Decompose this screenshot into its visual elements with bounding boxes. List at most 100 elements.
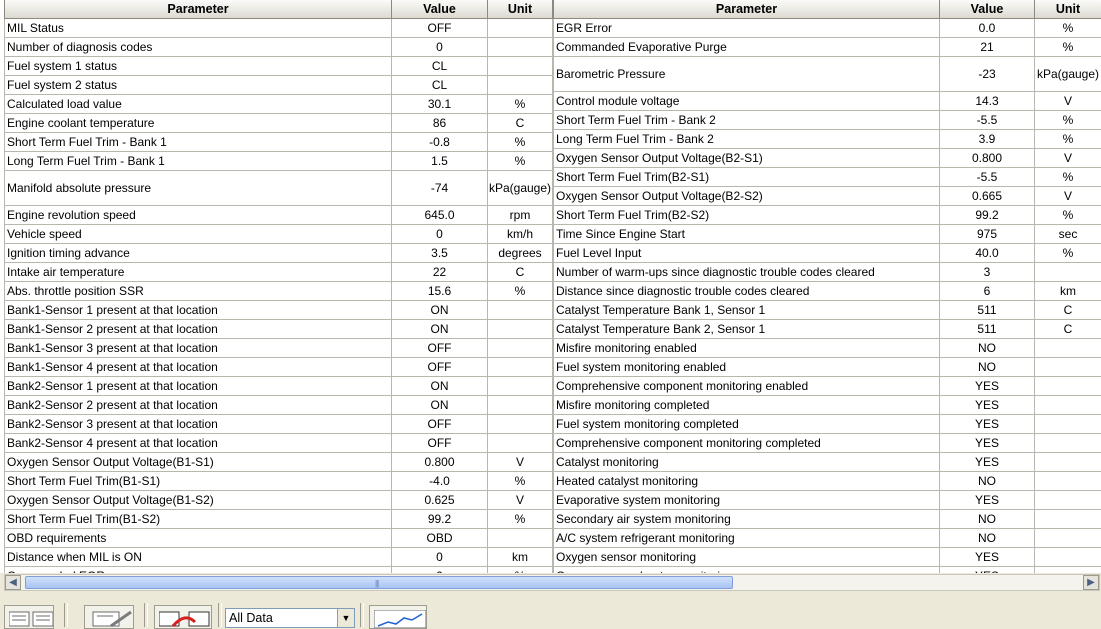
value-cell: -5.5: [940, 168, 1035, 187]
table-row[interactable]: Abs. throttle position SSR15.6%: [5, 282, 553, 301]
grip-icon: |||: [375, 579, 378, 588]
value-cell: NO: [940, 339, 1035, 358]
table-row[interactable]: Intake air temperature22C: [5, 263, 553, 282]
chevron-down-icon[interactable]: ▼: [337, 609, 354, 627]
value-cell: ON: [392, 320, 488, 339]
parameter-cell: Oxygen sensor heater monitoring: [554, 567, 940, 574]
table-row[interactable]: Distance since diagnostic trouble codes …: [554, 282, 1101, 301]
table-row[interactable]: Misfire monitoring completedYES: [554, 396, 1101, 415]
table-row[interactable]: Oxygen Sensor Output Voltage(B1-S1)0.800…: [5, 453, 553, 472]
unit-cell: sec: [1035, 225, 1101, 244]
table-row[interactable]: Catalyst Temperature Bank 1, Sensor 1511…: [554, 301, 1101, 320]
value-cell: 0: [392, 548, 488, 567]
table-row[interactable]: Evaporative system monitoringYES: [554, 491, 1101, 510]
data-filter-select[interactable]: All Data ▼: [225, 608, 355, 628]
parameter-cell: Secondary air system monitoring: [554, 510, 940, 529]
column-header-parameter[interactable]: Parameter: [5, 0, 392, 19]
table-row[interactable]: Calculated load value30.1%: [5, 95, 553, 114]
table-row[interactable]: Fuel Level Input40.0%: [554, 244, 1101, 263]
table-row[interactable]: Oxygen Sensor Output Voltage(B2-S2)0.665…: [554, 187, 1101, 206]
table-row[interactable]: Short Term Fuel Trim(B1-S1)-4.0%: [5, 472, 553, 491]
column-header-parameter[interactable]: Parameter: [554, 0, 940, 19]
table-row[interactable]: Fuel system monitoring completedYES: [554, 415, 1101, 434]
parameter-cell: Short Term Fuel Trim(B2-S1): [554, 168, 940, 187]
table-row[interactable]: Short Term Fuel Trim(B1-S2)99.2%: [5, 510, 553, 529]
table-row[interactable]: Bank2-Sensor 2 present at that locationO…: [5, 396, 553, 415]
table-row[interactable]: Fuel system 1 statusCL: [5, 57, 553, 76]
table-row[interactable]: Catalyst monitoringYES: [554, 453, 1101, 472]
table-row[interactable]: Oxygen sensor monitoringYES: [554, 548, 1101, 567]
table-row[interactable]: Short Term Fuel Trim(B2-S1)-5.5%: [554, 168, 1101, 187]
table-row[interactable]: Short Term Fuel Trim - Bank 1-0.8%: [5, 133, 553, 152]
unit-cell: %: [488, 133, 553, 152]
parameter-cell: Bank1-Sensor 4 present at that location: [5, 358, 392, 377]
table-row[interactable]: Short Term Fuel Trim(B2-S2)99.2%: [554, 206, 1101, 225]
unit-cell: [1035, 510, 1101, 529]
table-row[interactable]: Time Since Engine Start975sec: [554, 225, 1101, 244]
table-row[interactable]: Bank2-Sensor 1 present at that locationO…: [5, 377, 553, 396]
swap-button[interactable]: [154, 605, 212, 629]
table-row[interactable]: Commanded EGR0%: [5, 567, 553, 574]
table-row[interactable]: OBD requirementsOBD: [5, 529, 553, 548]
table-row[interactable]: Heated catalyst monitoringNO: [554, 472, 1101, 491]
parameter-cell: Distance when MIL is ON: [5, 548, 392, 567]
scroll-left-arrow-icon[interactable]: ◀: [5, 575, 21, 590]
table-row[interactable]: Oxygen Sensor Output Voltage(B1-S2)0.625…: [5, 491, 553, 510]
horizontal-scrollbar[interactable]: ◀ ||| ▶: [4, 574, 1100, 591]
graph-button[interactable]: [369, 605, 427, 629]
table-row[interactable]: Engine revolution speed645.0rpm: [5, 206, 553, 225]
column-header-unit[interactable]: Unit: [1035, 0, 1101, 19]
table-row[interactable]: Comprehensive component monitoring enabl…: [554, 377, 1101, 396]
table-row[interactable]: MIL StatusOFF: [5, 19, 553, 38]
table-row[interactable]: Barometric Pressure-23kPa(gauge): [554, 57, 1101, 92]
unit-cell: %: [1035, 111, 1101, 130]
table-row[interactable]: Bank1-Sensor 2 present at that locationO…: [5, 320, 553, 339]
unit-cell: [1035, 472, 1101, 491]
parameter-cell: Comprehensive component monitoring enabl…: [554, 377, 940, 396]
table-row[interactable]: Distance when MIL is ON0km: [5, 548, 553, 567]
table-row[interactable]: Number of warm-ups since diagnostic trou…: [554, 263, 1101, 282]
table-row[interactable]: Commanded Evaporative Purge21%: [554, 38, 1101, 57]
value-cell: 0: [392, 38, 488, 57]
table-row[interactable]: Bank1-Sensor 3 present at that locationO…: [5, 339, 553, 358]
edit-button[interactable]: [84, 605, 134, 629]
parameter-cell: Short Term Fuel Trim - Bank 1: [5, 133, 392, 152]
table-row[interactable]: A/C system refrigerant monitoringNO: [554, 529, 1101, 548]
column-header-unit[interactable]: Unit: [488, 0, 553, 19]
table-row[interactable]: Catalyst Temperature Bank 2, Sensor 1511…: [554, 320, 1101, 339]
table-row[interactable]: Long Term Fuel Trim - Bank 11.5%: [5, 152, 553, 171]
table-row[interactable]: Bank1-Sensor 4 present at that locationO…: [5, 358, 553, 377]
column-header-value[interactable]: Value: [940, 0, 1035, 19]
parameter-cell: Catalyst Temperature Bank 1, Sensor 1: [554, 301, 940, 320]
scroll-right-arrow-icon[interactable]: ▶: [1083, 575, 1099, 590]
table-row[interactable]: Manifold absolute pressure-74kPa(gauge): [5, 171, 553, 206]
table-row[interactable]: Short Term Fuel Trim - Bank 2-5.5%: [554, 111, 1101, 130]
table-row[interactable]: Secondary air system monitoringNO: [554, 510, 1101, 529]
parameter-cell: OBD requirements: [5, 529, 392, 548]
table-row[interactable]: Vehicle speed0km/h: [5, 225, 553, 244]
column-header-value[interactable]: Value: [392, 0, 488, 19]
table-row[interactable]: Bank2-Sensor 4 present at that locationO…: [5, 434, 553, 453]
unit-cell: %: [1035, 38, 1101, 57]
table-row[interactable]: Oxygen Sensor Output Voltage(B2-S1)0.800…: [554, 149, 1101, 168]
unit-cell: [1035, 529, 1101, 548]
table-row[interactable]: Control module voltage14.3V: [554, 92, 1101, 111]
table-row[interactable]: Long Term Fuel Trim - Bank 23.9%: [554, 130, 1101, 149]
table-row[interactable]: Bank2-Sensor 3 present at that locationO…: [5, 415, 553, 434]
value-cell: ON: [392, 396, 488, 415]
table-row[interactable]: Number of diagnosis codes0: [5, 38, 553, 57]
parameter-cell: Short Term Fuel Trim(B2-S2): [554, 206, 940, 225]
table-row[interactable]: Fuel system monitoring enabledNO: [554, 358, 1101, 377]
table-row[interactable]: Bank1-Sensor 1 present at that locationO…: [5, 301, 553, 320]
table-row[interactable]: Misfire monitoring enabledNO: [554, 339, 1101, 358]
scrollbar-thumb[interactable]: |||: [25, 576, 733, 589]
unit-cell: degrees: [488, 244, 553, 263]
table-row[interactable]: Fuel system 2 statusCL: [5, 76, 553, 95]
table-row[interactable]: Engine coolant temperature86C: [5, 114, 553, 133]
table-row[interactable]: Comprehensive component monitoring compl…: [554, 434, 1101, 453]
table-row[interactable]: Oxygen sensor heater monitoringYES: [554, 567, 1101, 574]
list-view-button[interactable]: [4, 605, 54, 629]
table-row[interactable]: Ignition timing advance3.5degrees: [5, 244, 553, 263]
table-row[interactable]: EGR Error0.0%: [554, 19, 1101, 38]
parameter-cell: Barometric Pressure: [554, 57, 940, 92]
